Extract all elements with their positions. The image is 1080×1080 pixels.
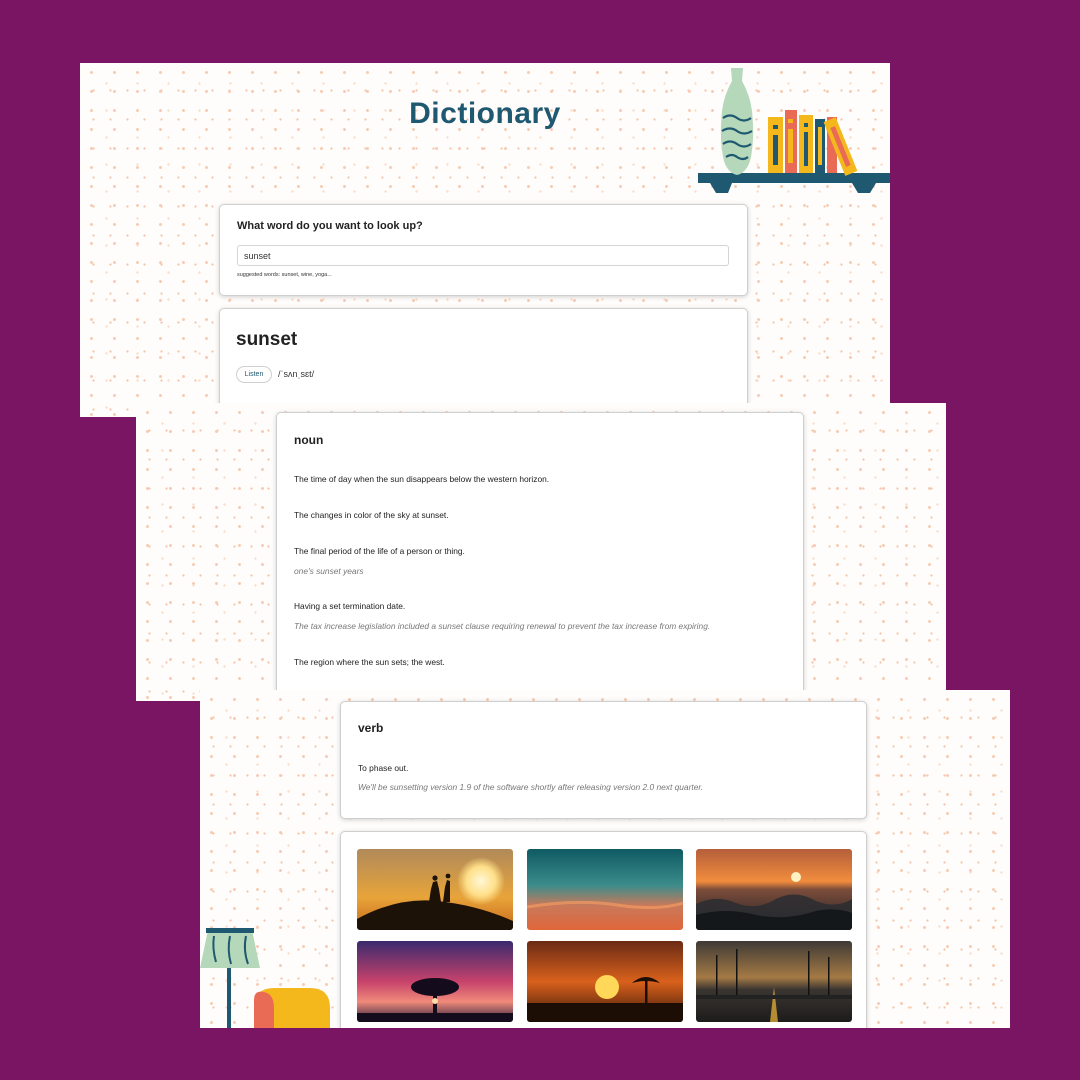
definition: The time of day when the sun disappears … [294, 474, 550, 484]
definition: The region where the sun sets; the west. [294, 657, 445, 667]
lamp-chair-illustration [200, 928, 330, 1028]
definition: Having a set termination date. [294, 601, 406, 611]
meaning-card-verb: verb To phase out. We'll be sunsetting v… [340, 701, 867, 819]
sunset-photo-3[interactable] [696, 849, 852, 930]
photos-card [340, 831, 867, 1028]
part-of-speech: verb [358, 721, 384, 735]
definition: To phase out. [358, 763, 409, 773]
bookshelf-illustration [698, 68, 890, 193]
part-of-speech: noun [294, 433, 324, 447]
listen-button[interactable]: Listen [236, 366, 272, 383]
definition: The changes in color of the sky at sunse… [294, 510, 449, 520]
example: one's sunset years [294, 566, 364, 576]
sunset-photo-6[interactable] [696, 941, 852, 1022]
noun-panel: noun The time of day when the sun disapp… [136, 403, 946, 701]
meaning-card-noun: noun The time of day when the sun disapp… [276, 412, 804, 701]
phonetic-text: /ˈsʌnˌsɛt/ [278, 369, 315, 379]
search-label: What word do you want to look up? [237, 220, 423, 232]
suggested-words: suggested words: sunset, wine, yoga... [237, 272, 332, 278]
word-heading: sunset [236, 329, 298, 350]
example: We'll be sunsetting version 1.9 of the s… [358, 782, 704, 792]
sunset-photo-2[interactable] [527, 849, 683, 930]
search-input[interactable] [237, 245, 729, 266]
verb-panel: verb To phase out. We'll be sunsetting v… [200, 690, 1010, 1028]
sunset-photo-4[interactable] [357, 941, 513, 1022]
sunset-photo-1[interactable] [357, 849, 513, 930]
header-panel: Dictionary What word do you want to look… [80, 63, 890, 417]
word-card: sunset Listen /ˈsʌnˌsɛt/ [219, 308, 748, 417]
search-card: What word do you want to look up? sugges… [219, 204, 748, 296]
sunset-photo-5[interactable] [527, 941, 683, 1022]
example: The tax increase legislation included a … [294, 621, 711, 631]
definition: The final period of the life of a person… [294, 546, 465, 556]
